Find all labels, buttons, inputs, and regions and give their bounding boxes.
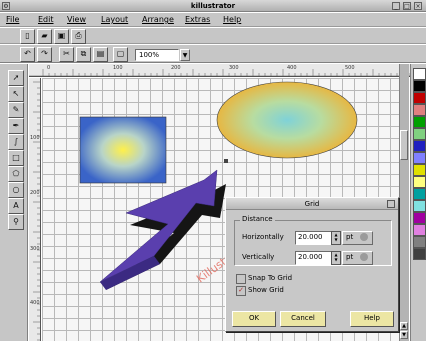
ruler-label: 300 [229, 65, 239, 71]
rectangle-icon[interactable]: □ [8, 150, 24, 166]
color-swatch[interactable] [413, 224, 426, 236]
zoom-combo[interactable]: 100% [135, 49, 179, 61]
tool-panel: ➚ ↖ ✎ ✒ ∫ □ ⬠ ○ A ⚲ [0, 64, 28, 341]
open-icon[interactable]: ▰ [37, 29, 52, 44]
color-swatch[interactable] [413, 128, 426, 140]
selection-handle[interactable] [224, 159, 228, 163]
ok-button[interactable]: OK [232, 311, 276, 327]
polygon-icon[interactable]: ⬠ [8, 166, 24, 182]
snap-to-grid-label: Snap To Grid [248, 274, 293, 282]
color-swatch[interactable] [413, 212, 426, 224]
chevron-down-icon[interactable] [360, 233, 368, 241]
color-swatch[interactable] [413, 176, 426, 188]
window-menu-icon[interactable]: ⚙ [2, 2, 10, 10]
pencil-icon[interactable]: ✎ [8, 102, 24, 118]
help-button[interactable]: Help [350, 311, 394, 327]
color-swatch[interactable] [413, 188, 426, 200]
ruler-label: 300 [30, 246, 40, 252]
menu-extras[interactable]: Extras [185, 13, 210, 27]
show-grid-checkbox[interactable]: ✓ [236, 286, 246, 296]
paste-icon[interactable]: ▤ [93, 47, 108, 62]
snap-to-grid-checkbox[interactable] [236, 274, 246, 284]
pen-icon[interactable]: ✒ [8, 118, 24, 134]
color-swatch[interactable] [413, 116, 426, 128]
scroll-up-icon[interactable]: ▲ [400, 322, 408, 330]
cancel-button[interactable]: Cancel [280, 311, 326, 327]
horizontally-label: Horizontally [242, 233, 284, 241]
minimize-icon[interactable]: _ [392, 2, 400, 10]
edit-toolbar: ↶ ↷ ✂ ⧉ ▤ ▢ [0, 45, 426, 63]
new-icon[interactable]: ▯ [20, 29, 35, 44]
print-icon[interactable]: ⎙ [71, 29, 86, 44]
color-palette [410, 64, 426, 341]
ellipse-icon[interactable]: ○ [8, 182, 24, 198]
color-swatch[interactable] [413, 152, 426, 164]
dialog-title[interactable]: Grid [226, 198, 398, 210]
distance-label: Distance [240, 215, 275, 223]
ruler-label: 400 [30, 300, 40, 306]
node-icon[interactable]: ↖ [8, 86, 24, 102]
menu-layout[interactable]: Layout [101, 13, 128, 27]
chevron-down-icon[interactable]: ▼ [180, 49, 190, 61]
vertically-label: Vertically [242, 253, 275, 261]
ruler-label: 500 [345, 65, 355, 71]
vertical-ruler: 100 200 300 400 [29, 78, 41, 341]
properties-icon[interactable]: ▢ [113, 47, 128, 62]
color-swatch[interactable] [413, 200, 426, 212]
cut-icon[interactable]: ✂ [59, 47, 74, 62]
undo-icon[interactable]: ↶ [20, 47, 35, 62]
grid-dialog: Grid Distance Horizontally 20.000 ▲ ▼ pt … [225, 197, 399, 332]
color-swatch[interactable] [413, 140, 426, 152]
save-icon[interactable]: ▣ [54, 29, 69, 44]
color-swatch[interactable] [413, 104, 426, 116]
vertical-scrollbar[interactable] [399, 64, 409, 341]
arrow-icon[interactable]: ➚ [8, 70, 24, 86]
color-swatch[interactable] [413, 80, 426, 92]
redo-icon[interactable]: ↷ [37, 47, 52, 62]
color-swatch[interactable] [413, 92, 426, 104]
ruler-label: 200 [171, 65, 181, 71]
vertical-spacing-input[interactable]: 20.000 [295, 251, 333, 265]
color-swatch[interactable] [413, 68, 426, 80]
window-title: killustrator [190, 2, 236, 10]
scrollbar-thumb[interactable] [400, 130, 408, 160]
ruler-label: 200 [30, 190, 40, 196]
text-icon[interactable]: A [8, 198, 24, 214]
ruler-label: 100 [30, 135, 40, 141]
menu-file[interactable]: File [6, 13, 19, 27]
close-icon[interactable] [387, 200, 395, 208]
color-swatch[interactable] [413, 248, 426, 260]
freehand-icon[interactable]: ∫ [8, 134, 24, 150]
ruler-label: 0 [47, 65, 51, 71]
close-icon[interactable]: × [414, 2, 422, 10]
file-toolbar: ▯ ▰ ▣ ⎙ [0, 28, 426, 44]
show-grid-label: Show Grid [248, 286, 284, 294]
horizontal-spin-icon[interactable]: ▲ ▼ [331, 231, 341, 245]
maximize-icon[interactable]: □ [403, 2, 411, 10]
ruler-label: 400 [287, 65, 297, 71]
chevron-down-icon[interactable] [360, 253, 368, 261]
menu-edit[interactable]: Edit [38, 13, 54, 27]
vertical-spin-icon[interactable]: ▲ ▼ [331, 251, 341, 265]
scroll-down-icon[interactable]: ▼ [400, 331, 408, 339]
ruler-label: 100 [113, 65, 123, 71]
color-swatch[interactable] [413, 164, 426, 176]
vertical-unit-select[interactable]: pt [342, 251, 373, 265]
color-swatch[interactable] [413, 236, 426, 248]
horizontal-unit-select[interactable]: pt [342, 231, 373, 245]
gradient-rectangle[interactable] [79, 116, 167, 184]
menu-arrange[interactable]: Arrange [142, 13, 174, 27]
menu-view[interactable]: View [67, 13, 86, 27]
gradient-ellipse[interactable] [216, 81, 358, 159]
zoom-icon[interactable]: ⚲ [8, 214, 24, 230]
menu-help[interactable]: Help [223, 13, 241, 27]
copy-icon[interactable]: ⧉ [76, 47, 91, 62]
horizontal-spacing-input[interactable]: 20.000 [295, 231, 333, 245]
menu-bar: File Edit View Layout Arrange Extras Hel… [0, 13, 426, 27]
horizontal-ruler: 0 100 200 300 400 500 [29, 64, 411, 77]
